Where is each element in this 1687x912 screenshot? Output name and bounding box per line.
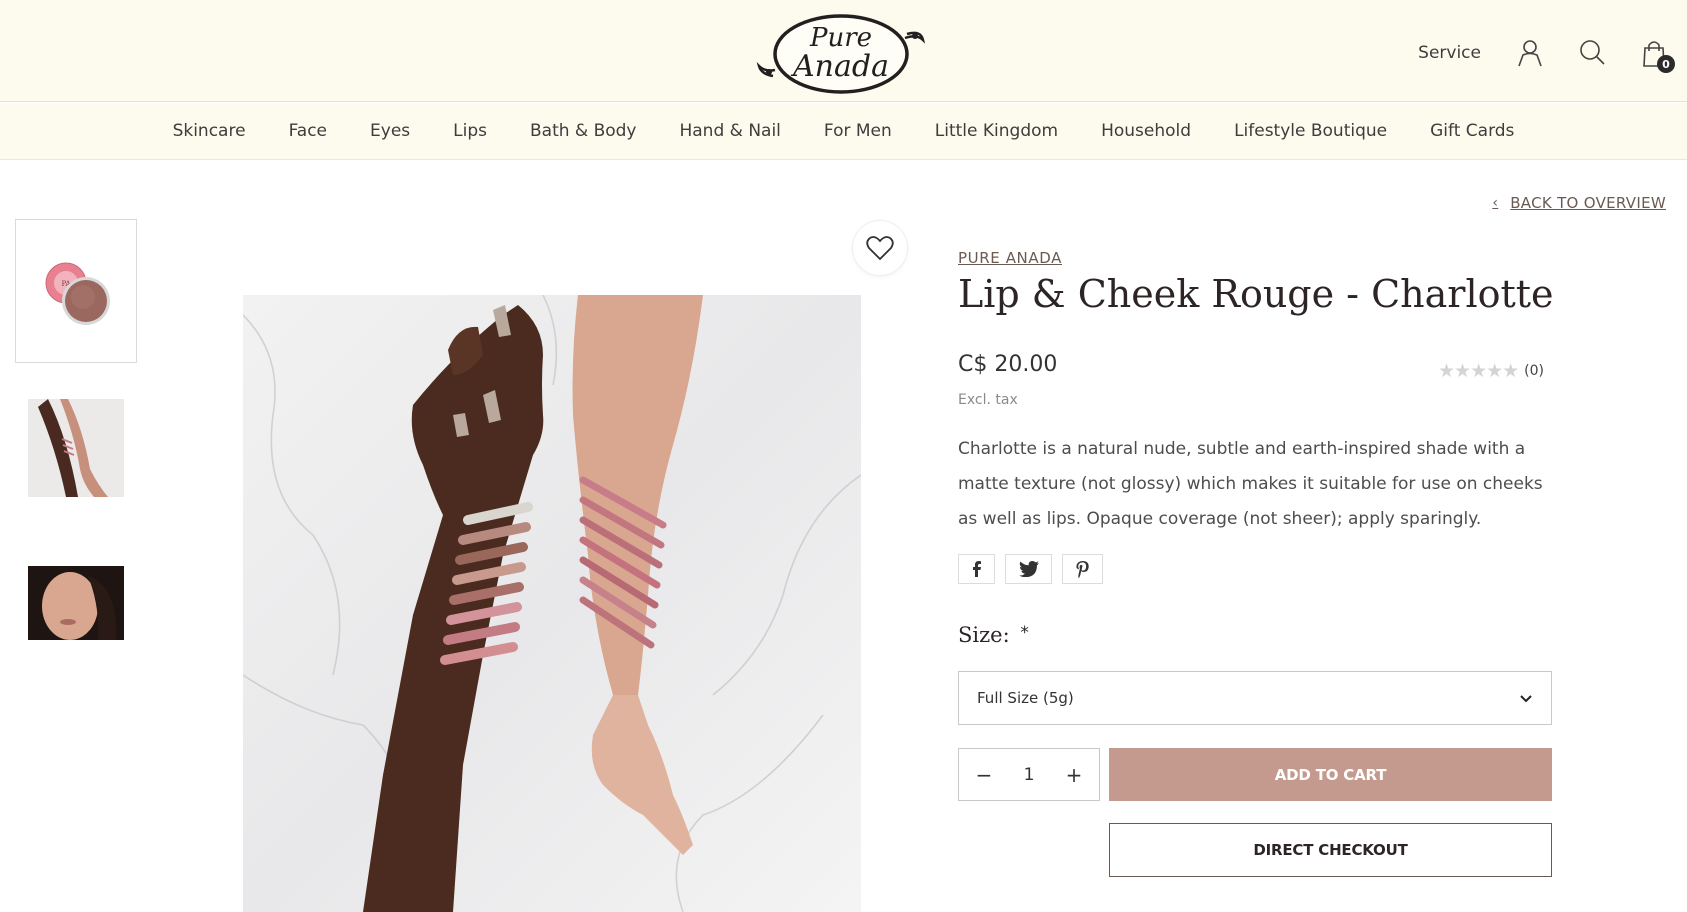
- header-actions: Service 0: [1418, 34, 1675, 73]
- product-price: C$ 20.00: [958, 352, 1058, 377]
- thumbnail-product-jar[interactable]: PA: [15, 219, 137, 363]
- brand-link[interactable]: PURE ANADA: [958, 249, 1062, 267]
- chevron-down-icon: [1520, 694, 1532, 702]
- quantity-increase-button[interactable]: +: [1065, 763, 1083, 787]
- back-to-overview-link[interactable]: ‹ BACK TO OVERVIEW: [1492, 194, 1666, 212]
- size-label: Size: *: [958, 623, 1029, 647]
- nav-item-face[interactable]: Face: [289, 121, 327, 141]
- swatch-arms-image: [28, 399, 124, 497]
- service-link[interactable]: Service: [1418, 43, 1481, 63]
- nav-item-for-men[interactable]: For Men: [824, 121, 892, 141]
- user-icon[interactable]: [1517, 39, 1543, 67]
- nav-item-skincare[interactable]: Skincare: [173, 121, 246, 141]
- tax-note: Excl. tax: [958, 392, 1018, 408]
- wishlist-button[interactable]: [852, 220, 908, 276]
- nav-item-gift-cards[interactable]: Gift Cards: [1430, 121, 1514, 141]
- main-product-image[interactable]: [243, 295, 861, 912]
- main-navigation: Skincare Face Eyes Lips Bath & Body Hand…: [0, 103, 1687, 160]
- site-header: Pure Anada Service 0: [0, 0, 1687, 102]
- nav-item-little-kingdom[interactable]: Little Kingdom: [935, 121, 1058, 141]
- size-label-text: Size:: [958, 623, 1010, 647]
- product-rating[interactable]: ★★★★★ (0): [1438, 360, 1544, 382]
- share-facebook-button[interactable]: [958, 554, 995, 584]
- nav-item-lips[interactable]: Lips: [453, 121, 487, 141]
- pinterest-icon: [1076, 560, 1089, 578]
- quantity-value[interactable]: 1: [1024, 765, 1035, 785]
- heart-icon: [866, 236, 894, 261]
- swatch-arms-photo: [243, 295, 861, 912]
- share-twitter-button[interactable]: [1005, 554, 1052, 584]
- nav-item-hand-nail[interactable]: Hand & Nail: [679, 121, 780, 141]
- required-marker: *: [1020, 623, 1029, 643]
- cart-count-badge: 0: [1657, 55, 1675, 73]
- pure-anada-logo[interactable]: Pure Anada: [755, 10, 927, 96]
- quantity-stepper: − 1 +: [958, 748, 1100, 801]
- search-icon[interactable]: [1579, 39, 1605, 67]
- back-to-overview-label: BACK TO OVERVIEW: [1510, 194, 1666, 212]
- product-jar-image: PA: [45, 262, 110, 325]
- cart-button[interactable]: 0: [1641, 39, 1675, 73]
- rating-count: (0): [1524, 363, 1545, 379]
- product-title: Lip & Cheek Rouge - Charlotte: [958, 272, 1554, 316]
- rating-stars: ★★★★★: [1438, 360, 1519, 382]
- twitter-icon: [1018, 561, 1039, 577]
- product-description: Charlotte is a natural nude, subtle and …: [958, 439, 1543, 529]
- nav-item-lifestyle-boutique[interactable]: Lifestyle Boutique: [1234, 121, 1387, 141]
- share-pinterest-button[interactable]: [1062, 554, 1103, 584]
- thumbnail-swatch-arms[interactable]: [15, 399, 137, 497]
- size-select[interactable]: Full Size (5g): [958, 671, 1552, 725]
- share-buttons: [958, 554, 1103, 584]
- size-selected-value: Full Size (5g): [977, 689, 1074, 707]
- nav-item-eyes[interactable]: Eyes: [370, 121, 410, 141]
- facebook-icon: [972, 561, 981, 577]
- nav-item-bath-body[interactable]: Bath & Body: [530, 121, 637, 141]
- thumbnail-model-face[interactable]: [15, 566, 137, 640]
- nav-item-household[interactable]: Household: [1101, 121, 1191, 141]
- svg-text:Anada: Anada: [790, 49, 889, 84]
- model-face-image: [28, 566, 124, 640]
- chevron-left-icon: ‹: [1492, 195, 1499, 211]
- direct-checkout-button[interactable]: DIRECT CHECKOUT: [1109, 823, 1552, 877]
- quantity-decrease-button[interactable]: −: [975, 763, 993, 787]
- add-to-cart-button[interactable]: ADD TO CART: [1109, 748, 1552, 801]
